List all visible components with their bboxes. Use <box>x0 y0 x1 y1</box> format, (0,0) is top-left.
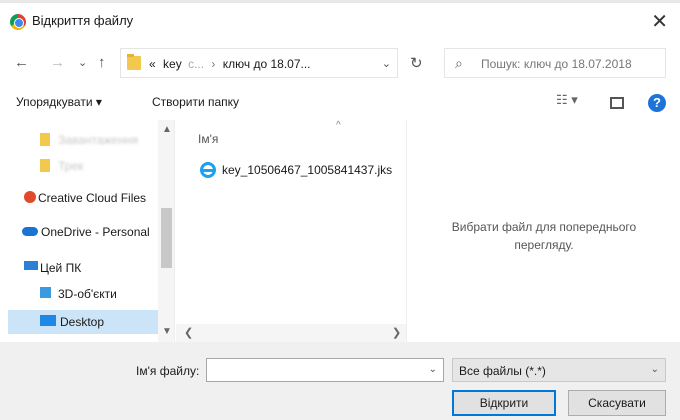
help-button[interactable]: ? <box>648 94 666 112</box>
close-button[interactable]: ✕ <box>651 9 668 34</box>
sidebar-item-desktop[interactable]: Desktop <box>8 310 158 334</box>
sidebar-item-track[interactable]: Трек <box>0 154 158 178</box>
command-bar: Упорядкувати ▾ Створити папку ☷ ▾ ? <box>0 86 680 120</box>
breadcrumb: « key с... › ключ до 18.07... <box>149 57 311 71</box>
dialog-footer: Ім'я файлу: ⌄ Все файлы (*.*) ⌄ Відкрити… <box>0 342 680 420</box>
folder-icon <box>127 54 141 70</box>
preview-message: Вибрати файл для попереднього перегляду. <box>451 220 637 252</box>
sidebar-item-this-pc[interactable]: Цей ПК <box>0 256 158 280</box>
folder-icon <box>40 133 50 146</box>
scroll-down-icon[interactable]: ▼ <box>162 326 172 337</box>
chevron-down-icon: ⌄ <box>650 364 659 375</box>
sidebar-item-label: Трек <box>58 159 84 173</box>
forward-button[interactable]: → <box>50 54 65 71</box>
navigation-pane: Завантаження Трек Creative Cloud Files O… <box>0 120 175 342</box>
back-button[interactable]: ← <box>14 54 29 71</box>
sidebar-item-label: Desktop <box>60 315 105 329</box>
view-options-button[interactable]: ☷ ▾ <box>556 92 578 108</box>
search-icon: ⌕ <box>455 55 463 71</box>
title-bar-top-edge <box>0 0 680 3</box>
preview-pane-toggle-icon[interactable] <box>610 97 624 109</box>
file-type-select[interactable]: Все файлы (*.*) ⌄ <box>452 358 666 382</box>
address-bar[interactable]: « key с... › ключ до 18.07... ⌄ <box>120 48 398 78</box>
sidebar-item-label: Цей ПК <box>40 261 82 275</box>
filename-dropdown-icon[interactable]: ⌄ <box>429 364 437 375</box>
up-button[interactable]: ↑ <box>98 54 106 71</box>
folder-icon <box>40 159 50 172</box>
organize-button[interactable]: Упорядкувати ▾ <box>16 95 102 109</box>
scroll-left-icon[interactable]: ❮ <box>184 326 193 339</box>
filename-label: Ім'я файлу: <box>136 364 200 378</box>
file-name: key_10506467_1005841437.jks <box>222 163 393 177</box>
search-placeholder: Пошук: ключ до 18.07.2018 <box>481 57 632 71</box>
sidebar-item-3d-objects[interactable]: 3D-об'єкти <box>0 282 158 306</box>
file-list: Ім'я ^ key_10506467_1005841437.jks <box>176 120 406 342</box>
window-title: Відкриття файлу <box>32 13 134 28</box>
sidebar-item-label: OneDrive - Personal <box>41 225 150 239</box>
column-header-name[interactable]: Ім'я <box>198 132 218 146</box>
breadcrumb-key[interactable]: key <box>163 57 182 71</box>
title-bar: Відкриття файлу ✕ <box>0 0 680 42</box>
sidebar-item-downloads[interactable]: Завантаження <box>0 128 158 152</box>
file-type-value: Все файлы (*.*) <box>459 364 546 378</box>
open-button[interactable]: Відкрити <box>452 390 556 416</box>
breadcrumb-overflow[interactable]: « <box>149 57 156 71</box>
sidebar-item-creative-cloud[interactable]: Creative Cloud Files <box>0 186 158 210</box>
ie-file-icon <box>200 162 216 178</box>
onedrive-icon <box>22 227 38 236</box>
creative-cloud-icon <box>24 191 36 203</box>
navigation-pane-scrollbar[interactable]: ▲ ▼ <box>158 120 174 342</box>
sidebar-item-onedrive[interactable]: OneDrive - Personal <box>0 220 158 244</box>
new-folder-button[interactable]: Створити папку <box>152 95 239 109</box>
scroll-up-icon[interactable]: ▲ <box>162 124 172 135</box>
navigation-bar: ← → ⌄ ↑ « key с... › ключ до 18.07... ⌄ … <box>0 42 680 86</box>
3d-objects-icon <box>40 287 51 298</box>
sort-ascending-icon: ^ <box>336 120 341 131</box>
cancel-button[interactable]: Скасувати <box>568 390 666 416</box>
file-list-horizontal-scrollbar[interactable]: ❮ ❯ <box>176 324 406 342</box>
sidebar-item-label: 3D-об'єкти <box>58 287 117 301</box>
refresh-button[interactable]: ↻ <box>410 54 423 72</box>
recent-locations-button[interactable]: ⌄ <box>78 56 87 69</box>
breadcrumb-separator[interactable]: › <box>211 57 215 71</box>
sidebar-item-label: Завантаження <box>58 133 138 147</box>
scroll-right-icon[interactable]: ❯ <box>392 326 401 339</box>
search-box[interactable]: ⌕ Пошук: ключ до 18.07.2018 <box>444 48 666 78</box>
preview-pane: Вибрати файл для попереднього перегляду. <box>406 120 680 342</box>
address-dropdown-icon[interactable]: ⌄ <box>382 57 391 70</box>
filename-input[interactable]: ⌄ <box>206 358 444 382</box>
list-item[interactable]: key_10506467_1005841437.jks <box>200 160 400 180</box>
computer-icon <box>24 261 38 270</box>
scrollbar-thumb[interactable] <box>161 208 172 268</box>
breadcrumb-current-folder[interactable]: ключ до 18.07... <box>223 57 311 71</box>
sidebar-item-label: Creative Cloud Files <box>38 191 147 205</box>
desktop-icon <box>40 315 56 326</box>
chrome-icon <box>10 14 26 30</box>
breadcrumb-key-suffix: с... <box>188 57 205 71</box>
